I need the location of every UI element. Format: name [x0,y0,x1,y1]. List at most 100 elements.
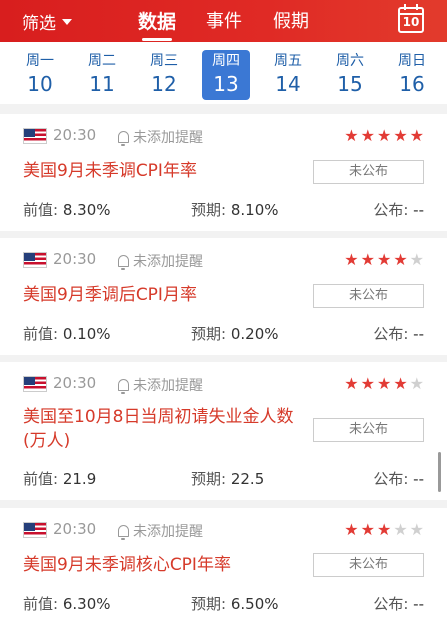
day-date: 14 [275,72,301,96]
add-reminder-button[interactable]: 未添加提醒 [118,251,203,271]
event-title: 美国9月未季调核心CPI年率 [23,555,231,575]
day-name: 周一 [26,53,54,69]
previous-label: 前值: [23,201,59,219]
forecast-label: 预期: [191,470,227,488]
day-date: 10 [27,72,53,96]
bell-icon [118,379,129,394]
day-fri[interactable]: 周五 14 [264,50,312,100]
event-title: 美国9月未季调CPI年率 [23,161,197,181]
top-bar: 筛选 数据 事件 假期 10 [0,0,447,42]
calendar-icon[interactable]: 10 [398,4,424,33]
status-badge: 未公布 [313,284,424,308]
star-icon: ★ [376,374,392,393]
add-reminder-button[interactable]: 未添加提醒 [118,127,203,147]
star-icon: ★ [344,126,359,145]
day-sun[interactable]: 周日 16 [388,50,436,100]
calendar-ring [416,4,418,10]
published-label: 公布: [373,470,409,488]
event-card[interactable]: 20:30 未添加提醒 ★ ★ ★ ★ ★ 美国至10月8日当周初请失业金人数(万人) … [0,362,447,500]
day-tue[interactable]: 周二 11 [78,50,126,100]
star-icon: ★ [376,520,392,539]
published-label: 公布: [373,325,409,343]
previous-label: 前值: [23,325,59,343]
calendar-day: 10 [402,15,420,29]
day-name: 周二 [88,53,116,69]
bell-icon [118,131,129,146]
star-icon: ★ [344,250,359,269]
previous-value: 21.9 [62,470,97,488]
filter-button[interactable]: 筛选 [22,9,72,34]
star-icon: ★ [409,250,424,269]
importance-stars: ★ ★ ★ ★ ★ [344,252,424,268]
star-icon: ★ [393,374,408,393]
day-date: 12 [151,72,177,96]
importance-stars: ★ ★ ★ ★ ★ [344,522,424,538]
event-card[interactable]: 20:30 未添加提醒 ★ ★ ★ ★ ★ 美国9月未季调CPI年率 未公布 前值: 8… [0,114,447,231]
star-icon: ★ [376,250,392,269]
bell-icon [118,525,129,540]
actual-value: -- [413,470,424,488]
day-thu[interactable]: 周四 13 [202,50,250,100]
star-icon: ★ [344,374,359,393]
star-icon: ★ [409,126,424,145]
bell-icon [118,255,129,270]
us-flag-icon [23,252,47,268]
forecast-label: 预期: [191,201,227,219]
star-icon: ★ [393,250,408,269]
forecast-value: 22.5 [230,470,265,488]
day-name: 周五 [274,53,302,69]
actual-value: -- [413,201,424,219]
actual-value: -- [413,595,424,613]
star-icon: ★ [344,520,359,539]
previous-value: 6.30% [62,595,111,613]
us-flag-icon [23,128,47,144]
event-title: 美国至10月8日当周初请失业金人数(万人) [23,407,294,451]
star-icon: ★ [393,520,408,539]
us-flag-icon [23,522,47,538]
published-label: 公布: [373,201,409,219]
star-icon: ★ [360,374,375,393]
day-name: 周日 [398,53,426,69]
star-icon: ★ [409,520,424,539]
star-icon: ★ [409,374,424,393]
day-name: 周三 [150,53,178,69]
previous-value: 8.30% [62,201,111,219]
day-wed[interactable]: 周三 12 [140,50,188,100]
previous-label: 前值: [23,595,59,613]
add-reminder-button[interactable]: 未添加提醒 [118,521,203,541]
day-name: 周四 [212,53,240,69]
previous-label: 前值: [23,470,59,488]
published-label: 公布: [373,595,409,613]
tab-events[interactable]: 事件 [206,7,242,33]
day-date: 16 [399,72,425,96]
importance-stars: ★ ★ ★ ★ ★ [344,128,424,144]
scrollbar[interactable] [438,452,441,492]
event-time: 20:30 [53,374,97,392]
reminder-label: 未添加提醒 [133,130,203,146]
forecast-label: 预期: [191,595,227,613]
tab-data[interactable]: 数据 [138,7,176,34]
day-date: 13 [213,72,239,96]
star-icon: ★ [360,250,375,269]
previous-value: 0.10% [62,325,111,343]
event-card[interactable]: 20:30 未添加提醒 ★ ★ ★ ★ ★ 美国9月未季调核心CPI年率 未公布 前值:… [0,508,447,640]
caret-down-icon [62,18,72,25]
tab-holidays[interactable]: 假期 [273,7,309,33]
star-icon: ★ [376,126,392,145]
day-sat[interactable]: 周六 15 [326,50,374,100]
star-icon: ★ [393,126,408,145]
add-reminder-button[interactable]: 未添加提醒 [118,375,203,395]
day-date: 15 [337,72,363,96]
event-time: 20:30 [53,520,97,538]
day-mon[interactable]: 周一 10 [16,50,64,100]
week-selector: 周一 10 周二 11 周三 12 周四 13 周五 14 周六 15 周日 1… [0,42,447,104]
event-time: 20:30 [53,250,97,268]
event-card[interactable]: 20:30 未添加提醒 ★ ★ ★ ★ ★ 美国9月季调后CPI月率 未公布 前值: 0… [0,238,447,355]
reminder-label: 未添加提醒 [133,378,203,394]
status-badge: 未公布 [313,418,424,442]
calendar-ring [404,4,406,10]
event-title: 美国9月季调后CPI月率 [23,285,197,305]
importance-stars: ★ ★ ★ ★ ★ [344,376,424,392]
status-badge: 未公布 [313,160,424,184]
forecast-value: 6.50% [230,595,279,613]
